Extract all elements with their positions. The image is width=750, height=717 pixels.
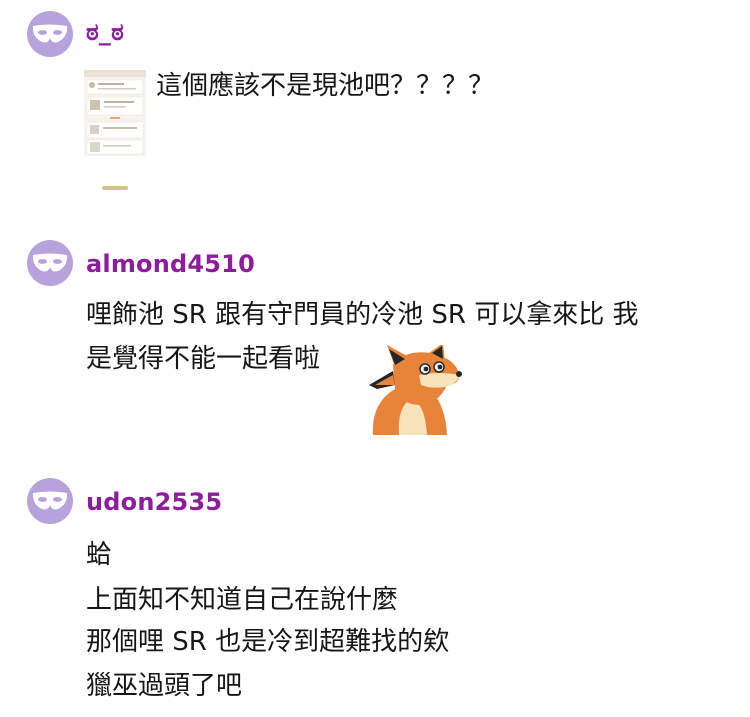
anonymous-mask-icon bbox=[32, 491, 68, 510]
comment-text-line: 蛤 bbox=[86, 540, 113, 570]
comment-text-line: 獵巫過頭了吧 bbox=[86, 671, 243, 701]
username[interactable]: udon2535 bbox=[86, 488, 222, 516]
comment-text-line: 上面知不知道自己在說什麼 bbox=[86, 585, 399, 615]
avatar[interactable] bbox=[27, 478, 73, 524]
comment-3: udon2535 蛤 上面知不知道自己在說什麼 那個哩 SR 也是冷到超難找的欸… bbox=[0, 0, 750, 717]
comment-text-line: 那個哩 SR 也是冷到超難找的欸 bbox=[86, 627, 450, 657]
